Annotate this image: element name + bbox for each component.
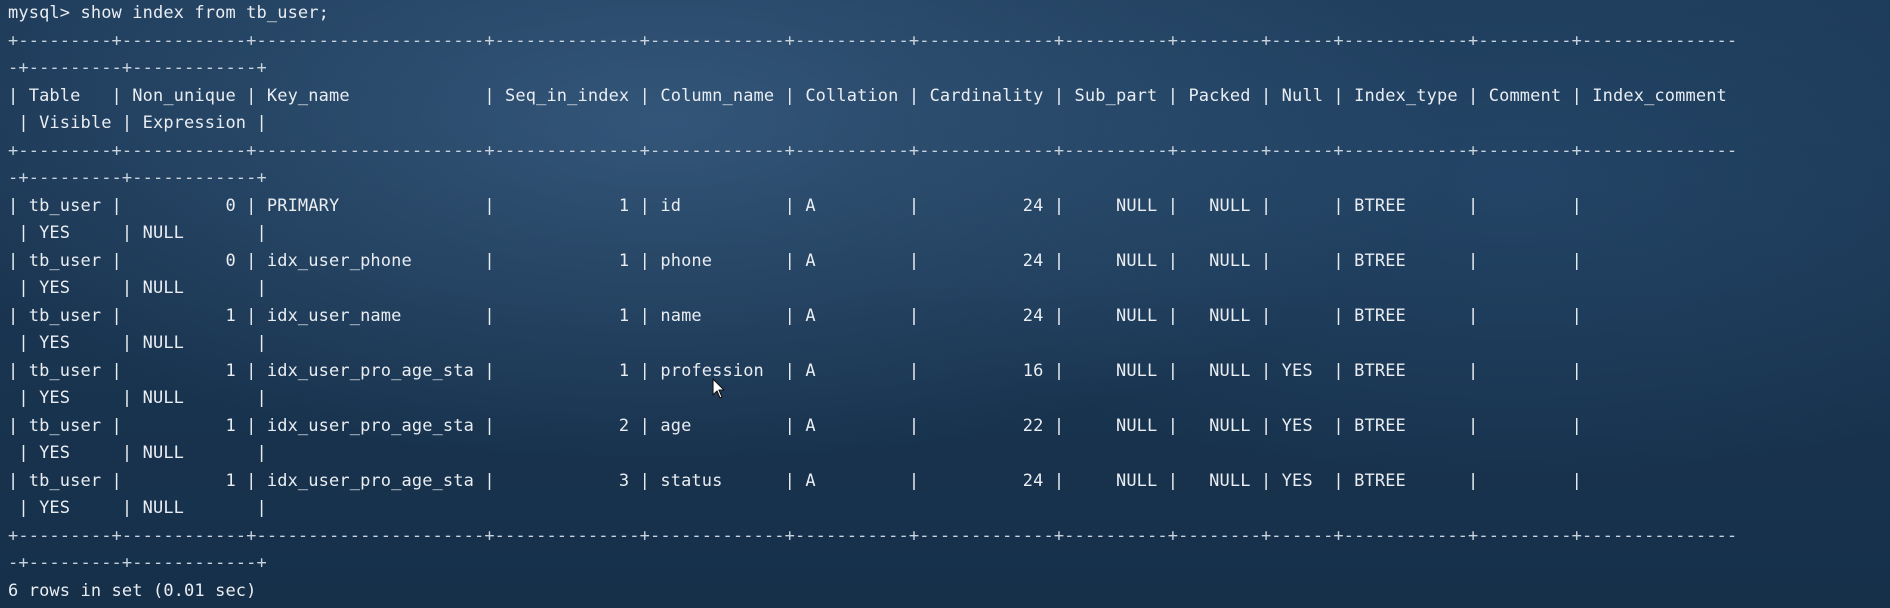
- command-line[interactable]: mysql> show index from tb_user;: [8, 0, 329, 28]
- table-row-wrap: | YES | NULL |: [8, 388, 267, 408]
- terminal-window[interactable]: mysql> show index from tb_user; +-------…: [0, 0, 1890, 608]
- table-border-bottom-wrap: -+---------+------------+: [8, 553, 267, 573]
- mouse-cursor-icon: [712, 378, 726, 400]
- table-row-wrap: | YES | NULL |: [8, 223, 267, 243]
- table-row: | tb_user | 1 | idx_user_pro_age_sta | 2…: [8, 415, 1582, 436]
- table-header-row: | Table | Non_unique | Key_name | Seq_in…: [8, 85, 1727, 106]
- table-row: | tb_user | 1 | idx_user_pro_age_sta | 3…: [8, 470, 1582, 491]
- table-row-wrap: | YES | NULL |: [8, 498, 267, 518]
- table-border-header-wrap: -+---------+------------+: [8, 168, 267, 188]
- table-row: | tb_user | 1 | idx_user_name | 1 | name…: [8, 305, 1582, 326]
- table-row: | tb_user | 1 | idx_user_pro_age_sta | 1…: [8, 360, 1582, 381]
- table-header-row-wrap: | Visible | Expression |: [8, 113, 267, 133]
- table-row-wrap: | YES | NULL |: [8, 443, 267, 463]
- table-row: | tb_user | 0 | PRIMARY | 1 | id | A | 2…: [8, 195, 1582, 216]
- table-row-wrap: | YES | NULL |: [8, 278, 267, 298]
- table-border-top-wrap: -+---------+------------+: [8, 58, 267, 78]
- table-border-header: +---------+------------+----------------…: [8, 140, 1738, 161]
- table-border-top: +---------+------------+----------------…: [8, 30, 1738, 51]
- result-summary: 6 rows in set (0.01 sec): [8, 580, 257, 601]
- table-row: | tb_user | 0 | idx_user_phone | 1 | pho…: [8, 250, 1582, 271]
- table-border-bottom: +---------+------------+----------------…: [8, 525, 1738, 546]
- table-row-wrap: | YES | NULL |: [8, 333, 267, 353]
